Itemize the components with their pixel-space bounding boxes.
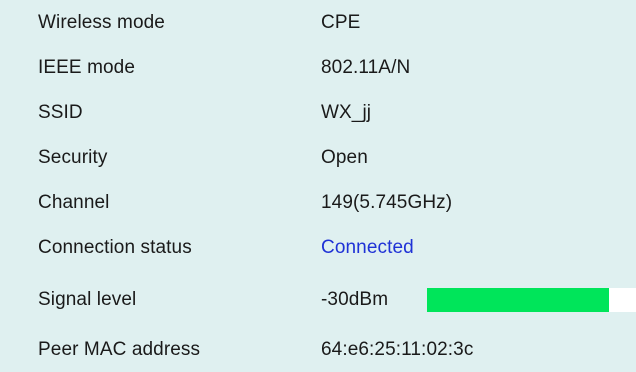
ssid-value: WX_jj (321, 101, 372, 123)
row-security: Security Open (0, 135, 636, 180)
peer-mac-address-label: Peer MAC address (38, 338, 201, 360)
signal-level-value: -30dBm (321, 288, 389, 310)
security-value: Open (321, 146, 368, 168)
channel-label: Channel (38, 191, 110, 213)
connection-status-label: Connection status (38, 236, 192, 258)
row-wireless-mode: Wireless mode CPE (0, 0, 636, 45)
security-label: Security (38, 146, 108, 168)
row-ssid: SSID WX_jj (0, 90, 636, 135)
ieee-mode-value: 802.11A/N (321, 56, 411, 78)
ssid-label: SSID (38, 101, 83, 123)
row-signal-level: Signal level -30dBm (0, 277, 636, 322)
wireless-mode-label: Wireless mode (38, 11, 165, 33)
ieee-mode-label: IEEE mode (38, 56, 136, 78)
wireless-mode-value: CPE (321, 11, 361, 33)
row-channel: Channel 149(5.745GHz) (0, 180, 636, 225)
wireless-status-panel: Wireless mode CPE IEEE mode 802.11A/N SS… (0, 0, 636, 362)
signal-strength-bar (427, 287, 636, 312)
row-peer-mac-address: Peer MAC address 64:e6:25:11:02:3c (0, 327, 636, 372)
row-ieee-mode: IEEE mode 802.11A/N (0, 45, 636, 90)
row-connection-status: Connection status Connected (0, 225, 636, 270)
connection-status-value: Connected (321, 236, 414, 258)
peer-mac-address-value: 64:e6:25:11:02:3c (321, 338, 474, 360)
signal-level-label: Signal level (38, 288, 137, 310)
channel-value: 149(5.745GHz) (321, 191, 453, 213)
signal-strength-fill (427, 287, 609, 312)
